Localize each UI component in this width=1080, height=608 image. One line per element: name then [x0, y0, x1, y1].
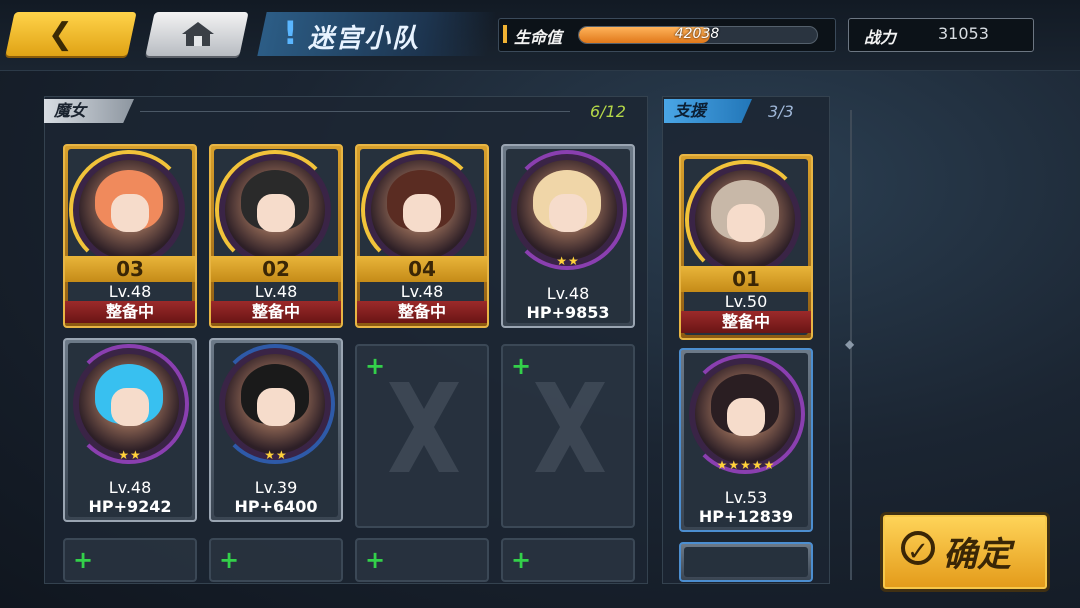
support-count: 3/3 [768, 102, 794, 121]
support-card[interactable]: 01 Lv.50 整备中 [679, 154, 813, 340]
crossed-swords-icon [389, 382, 459, 472]
rank-stars-icon: ★★ [118, 448, 142, 462]
hp-accent [503, 25, 507, 43]
empty-slot[interactable]: + [63, 538, 197, 582]
witch-count: 6/12 [590, 102, 626, 121]
witch-card[interactable]: 03 Lv.48 整备中 [63, 144, 197, 328]
card-inner [684, 547, 808, 577]
add-icon: + [73, 546, 94, 574]
home-button[interactable] [145, 12, 249, 56]
empty-slot[interactable]: + [355, 344, 489, 528]
portrait-face [111, 194, 149, 232]
witch-portrait [73, 348, 185, 460]
back-arrow-icon: ❮ [47, 17, 74, 52]
tab-witch[interactable]: 魔女 [44, 99, 134, 123]
order-number: 04 [357, 256, 487, 282]
scroll-handle-icon[interactable]: ◆ [845, 337, 854, 351]
support-portrait [689, 164, 801, 276]
card-status: 整备中 [211, 301, 341, 323]
rank-stars-icon: ★★ [264, 448, 288, 462]
card-level: Lv.39 [254, 478, 298, 497]
confirm-label: 确定 [943, 535, 1011, 575]
rank-stars-icon: ★★★★★ [716, 458, 776, 472]
tab-support[interactable]: 支援 [664, 99, 752, 123]
title-exclamation-icon: ! [283, 14, 298, 52]
witch-portrait [219, 154, 331, 266]
portrait-face [257, 194, 295, 232]
witch-card[interactable]: 02 Lv.48 整备中 [209, 144, 343, 328]
card-level: Lv.48 [108, 478, 152, 497]
hp-value: 42038 [674, 26, 720, 42]
page-title: 迷宫小队 [308, 24, 421, 54]
card-hp-bonus: HP+9853 [526, 303, 610, 322]
empty-slot[interactable]: + [355, 538, 489, 582]
portrait-face [549, 194, 587, 232]
card-status: 整备中 [681, 311, 811, 333]
card-hp-bonus: HP+12839 [698, 507, 794, 526]
order-number: 02 [211, 256, 341, 282]
card-hp-bonus: HP+9242 [88, 497, 172, 516]
witch-portrait [365, 154, 477, 266]
witch-card[interactable]: ★★ Lv.39 HP+6400 [209, 338, 343, 522]
support-card[interactable] [679, 542, 813, 582]
witch-portrait [511, 154, 623, 266]
section-divider [140, 111, 570, 112]
card-hp-bonus: HP+6400 [234, 497, 318, 516]
card-status: 整备中 [65, 301, 195, 323]
back-button[interactable]: ❮ [5, 12, 137, 56]
witch-portrait [73, 154, 185, 266]
witch-card[interactable]: ★★ Lv.48 HP+9242 [63, 338, 197, 522]
support-card[interactable]: ★★★★★ Lv.53 HP+12839 [679, 348, 813, 532]
portrait-face [257, 388, 295, 426]
power-value: 31053 [938, 24, 989, 43]
support-portrait [689, 358, 801, 470]
card-status: 整备中 [357, 301, 487, 323]
witch-portrait [219, 348, 331, 460]
order-number: 03 [65, 256, 195, 282]
card-level: Lv.48 [108, 282, 152, 301]
portrait-face [403, 194, 441, 232]
empty-slot[interactable]: + [209, 538, 343, 582]
witch-card[interactable]: ★★ Lv.48 HP+9853 [501, 144, 635, 328]
portrait-face [727, 398, 765, 436]
add-icon: + [365, 546, 386, 574]
card-level: Lv.48 [400, 282, 444, 301]
portrait-face [727, 204, 765, 242]
empty-slot[interactable]: + [501, 538, 635, 582]
card-level: Lv.53 [724, 488, 768, 507]
empty-slot[interactable]: + [501, 344, 635, 528]
hp-label: 生命值 [514, 28, 563, 47]
rank-stars-icon: ★★ [556, 254, 580, 268]
check-icon: ✓ [901, 531, 935, 567]
crossed-swords-icon [535, 382, 605, 472]
power-label: 战力 [864, 28, 897, 47]
card-level: Lv.48 [546, 284, 590, 303]
confirm-button[interactable]: ✓ 确定 [880, 512, 1050, 592]
add-icon: + [511, 546, 532, 574]
home-icon [182, 22, 214, 46]
portrait-face [111, 388, 149, 426]
order-number: 01 [681, 266, 811, 292]
card-level: Lv.50 [724, 292, 768, 311]
witch-card[interactable]: 04 Lv.48 整备中 [355, 144, 489, 328]
add-icon: + [219, 546, 240, 574]
card-level: Lv.48 [254, 282, 298, 301]
